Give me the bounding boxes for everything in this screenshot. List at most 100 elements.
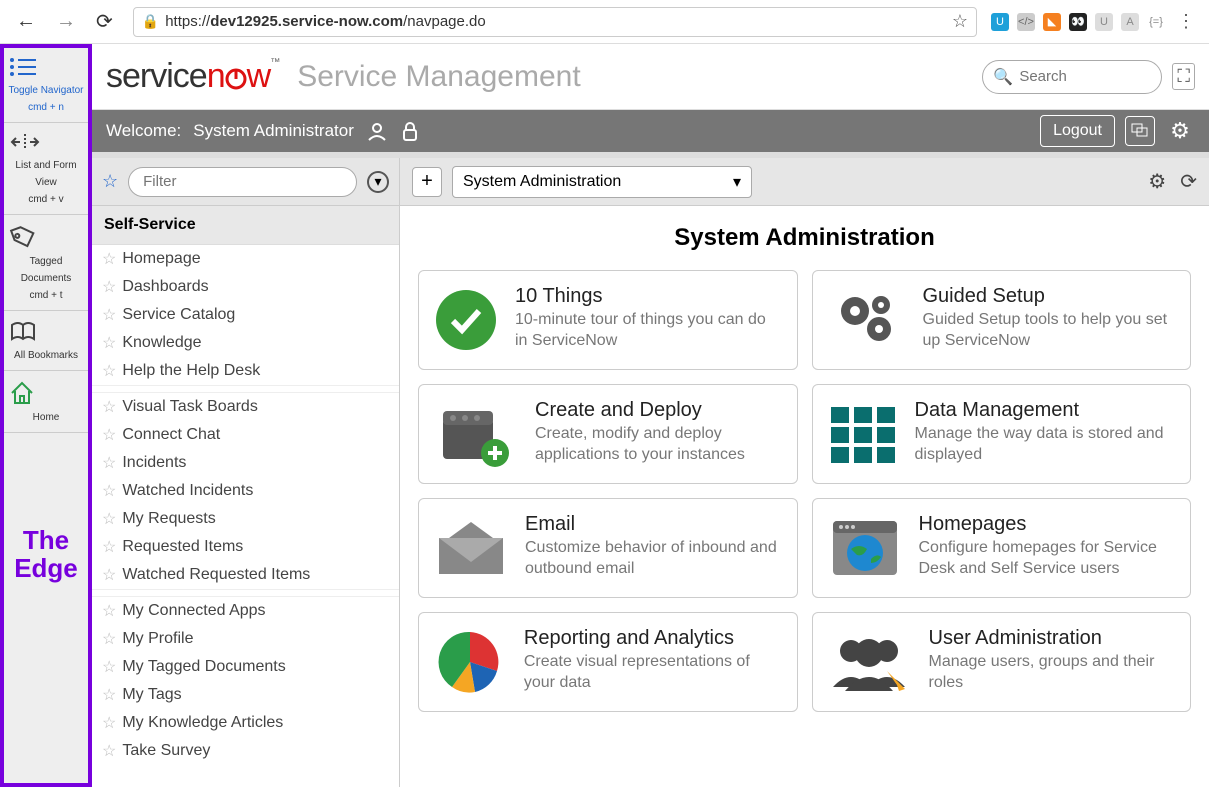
nav-item[interactable]: ☆Visual Task Boards bbox=[92, 393, 399, 421]
global-search[interactable]: 🔍 ▼ bbox=[982, 60, 1162, 94]
ext-icon[interactable]: {=} bbox=[1147, 13, 1165, 31]
expand-icon[interactable]: ⛶ bbox=[1172, 63, 1195, 90]
card-gears[interactable]: Guided SetupGuided Setup tools to help y… bbox=[812, 270, 1192, 370]
nav-item-label: My Tagged Documents bbox=[122, 658, 285, 676]
nav-item-label: My Profile bbox=[122, 630, 193, 648]
welcome-label: Welcome: bbox=[106, 121, 181, 141]
nav-item[interactable]: ☆ My Tagged Documents bbox=[92, 653, 399, 681]
gear-icon[interactable]: ⚙ bbox=[1148, 169, 1166, 194]
app-title: Service Management bbox=[297, 60, 580, 94]
nav-item-label: My Requests bbox=[122, 510, 215, 528]
chat-icon[interactable] bbox=[1125, 116, 1155, 146]
card-check[interactable]: 10 Things10-minute tour of things you ca… bbox=[418, 270, 798, 370]
nav-item[interactable]: ☆ Dashboards bbox=[92, 273, 399, 301]
ext-icon[interactable]: U bbox=[1095, 13, 1113, 31]
edge-all-bookmarks[interactable]: All Bookmarks bbox=[4, 311, 88, 371]
star-icon[interactable]: ☆ bbox=[102, 425, 116, 445]
home-icon bbox=[8, 379, 84, 405]
back-button[interactable]: ← bbox=[10, 6, 42, 37]
star-icon[interactable]: ☆ bbox=[102, 249, 116, 269]
ext-icon[interactable]: A bbox=[1121, 13, 1139, 31]
star-icon[interactable]: ☆ bbox=[102, 741, 116, 761]
star-icon[interactable]: ☆ bbox=[102, 509, 116, 529]
card-title: 10 Things bbox=[515, 285, 783, 308]
forward-button[interactable]: → bbox=[50, 6, 82, 37]
nav-item[interactable]: ☆ Service Catalog bbox=[92, 301, 399, 329]
nav-item-label: Service Catalog bbox=[122, 306, 235, 324]
ext-icon[interactable]: ◣ bbox=[1043, 13, 1061, 31]
nav-item-label: Connect Chat bbox=[122, 426, 220, 444]
star-icon[interactable]: ☆ bbox=[102, 277, 116, 297]
star-icon[interactable]: ☆ bbox=[102, 361, 116, 381]
favorite-star-icon[interactable]: ☆ bbox=[102, 171, 118, 192]
edge-tagged-documents[interactable]: Tagged Documentscmd + t bbox=[4, 215, 88, 311]
nav-item[interactable]: ☆ Watched Incidents bbox=[92, 477, 399, 505]
nav-item-label: Homepage bbox=[122, 250, 200, 268]
nav-item[interactable]: ☆Incidents bbox=[92, 449, 399, 477]
refresh-icon[interactable]: ⟳ bbox=[1180, 169, 1197, 194]
ext-icon[interactable]: </> bbox=[1017, 13, 1035, 31]
nav-item[interactable]: ☆Knowledge bbox=[92, 329, 399, 357]
servicenow-logo[interactable]: servicenw™ bbox=[106, 57, 279, 96]
star-icon[interactable]: ☆ bbox=[102, 397, 116, 417]
nav-item-label: Dashboards bbox=[122, 278, 208, 296]
card-globe[interactable]: HomepagesConfigure homepages for Service… bbox=[812, 498, 1192, 598]
nav-item[interactable]: ☆Requested Items bbox=[92, 533, 399, 561]
check-icon bbox=[433, 285, 499, 355]
star-icon[interactable]: ☆ bbox=[102, 333, 116, 353]
page-dropdown[interactable]: System Administration ▾ bbox=[452, 166, 752, 198]
card-users[interactable]: User AdministrationManage users, groups … bbox=[812, 612, 1192, 712]
card-grid[interactable]: Data ManagementManage the way data is st… bbox=[812, 384, 1192, 484]
nav-item[interactable]: ☆ My Profile bbox=[92, 625, 399, 653]
nav-item[interactable]: ☆Watched Requested Items bbox=[92, 561, 399, 589]
star-icon[interactable]: ☆ bbox=[102, 537, 116, 557]
user-icon[interactable] bbox=[366, 120, 388, 142]
star-icon[interactable]: ☆ bbox=[952, 11, 968, 32]
star-icon[interactable]: ☆ bbox=[102, 565, 116, 585]
nav-item[interactable]: ☆ Homepage bbox=[92, 245, 399, 273]
add-button[interactable]: + bbox=[412, 167, 442, 197]
edge-home[interactable]: Home bbox=[4, 371, 88, 433]
edge-list-form-view[interactable]: List and Form Viewcmd + v bbox=[4, 123, 88, 215]
star-icon[interactable]: ☆ bbox=[102, 685, 116, 705]
nav-item-label: Take Survey bbox=[122, 742, 210, 760]
card-pie[interactable]: Reporting and AnalyticsCreate visual rep… bbox=[418, 612, 798, 712]
nav-section-header[interactable]: Self-Service bbox=[92, 206, 399, 245]
collapse-icon[interactable]: ▾ bbox=[367, 171, 389, 193]
ext-icon[interactable]: U bbox=[991, 13, 1009, 31]
address-bar[interactable]: 🔒 https://dev12925.service-now.com/navpa… bbox=[133, 7, 977, 37]
nav-item[interactable]: ☆My Knowledge Articles bbox=[92, 709, 399, 737]
edge-annotation: The Edge bbox=[4, 526, 88, 583]
card-title: Email bbox=[525, 513, 783, 536]
star-icon[interactable]: ☆ bbox=[102, 481, 116, 501]
gear-icon[interactable]: ⚙ bbox=[1165, 116, 1195, 146]
logout-button[interactable]: Logout bbox=[1040, 115, 1115, 147]
navigator-list[interactable]: Self-Service ☆ Homepage ☆ Dashboards ☆ Servic… bbox=[92, 206, 399, 787]
nav-item[interactable]: ☆ My Requests bbox=[92, 505, 399, 533]
card-mail[interactable]: EmailCustomize behavior of inbound and o… bbox=[418, 498, 798, 598]
ext-icon[interactable]: 👀 bbox=[1069, 13, 1087, 31]
nav-item[interactable]: ☆ Take Survey bbox=[92, 737, 399, 765]
lock-icon[interactable] bbox=[400, 120, 420, 142]
filter-input[interactable] bbox=[128, 167, 357, 197]
reload-button[interactable]: ⟳ bbox=[90, 5, 119, 38]
content-frame: + System Administration ▾ ⚙ ⟳ System Adm… bbox=[400, 158, 1209, 787]
nav-item[interactable]: ☆ Connect Chat bbox=[92, 421, 399, 449]
star-icon[interactable]: ☆ bbox=[102, 601, 116, 621]
star-icon[interactable]: ☆ bbox=[102, 657, 116, 677]
chrome-menu-icon[interactable]: ⋮ bbox=[1173, 11, 1199, 32]
star-icon[interactable]: ☆ bbox=[102, 629, 116, 649]
nav-item-label: Watched Incidents bbox=[122, 482, 253, 500]
dropdown-label: System Administration bbox=[463, 173, 621, 191]
nav-item[interactable]: ☆My Tags bbox=[92, 681, 399, 709]
nav-item[interactable]: ☆Help the Help Desk bbox=[92, 357, 399, 385]
star-icon[interactable]: ☆ bbox=[102, 453, 116, 473]
card-desc: Manage the way data is stored and displa… bbox=[915, 424, 1177, 466]
nav-item[interactable]: ☆My Connected Apps bbox=[92, 597, 399, 625]
edge-label: Home bbox=[33, 412, 60, 423]
star-icon[interactable]: ☆ bbox=[102, 713, 116, 733]
welcome-bar: Welcome: System Administrator Logout ⚙ bbox=[92, 110, 1209, 152]
star-icon[interactable]: ☆ bbox=[102, 305, 116, 325]
card-deploy[interactable]: Create and DeployCreate, modify and depl… bbox=[418, 384, 798, 484]
edge-toggle-navigator[interactable]: Toggle Navigatorcmd + n bbox=[4, 48, 88, 123]
